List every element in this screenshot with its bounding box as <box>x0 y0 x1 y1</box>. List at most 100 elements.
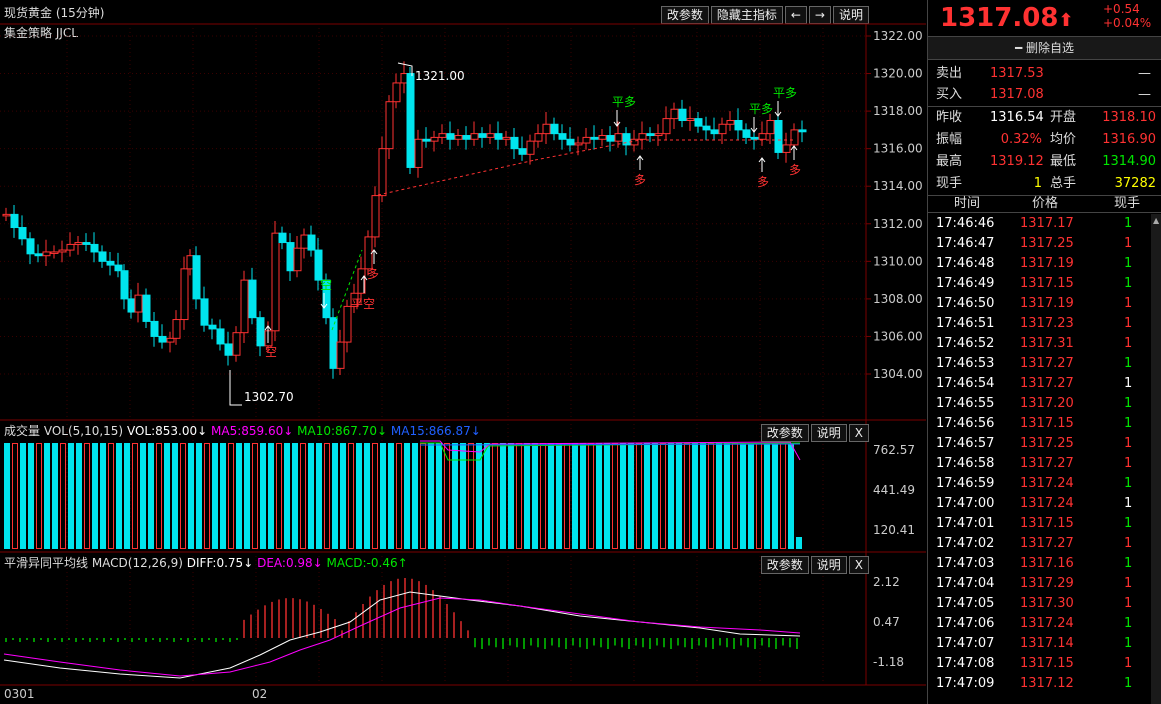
total-volume-label: 总手 <box>1050 176 1077 191</box>
low-label: 最低 <box>1050 154 1077 169</box>
tick-scrollbar[interactable]: ▲ <box>1151 214 1161 704</box>
volume-bar <box>668 443 674 549</box>
tick-volume: 1 <box>1124 436 1133 451</box>
candle-body <box>478 133 487 138</box>
candle-body <box>134 294 143 313</box>
tick-time: 17:46:49 <box>936 276 995 291</box>
candle-body <box>150 320 159 337</box>
open-label: 开盘 <box>1050 110 1077 125</box>
candle-body <box>224 343 233 356</box>
macd-label: 平滑异同平均线 MACD(12,26,9) <box>4 556 183 570</box>
tick-time: 17:47:07 <box>936 636 995 651</box>
volume-bar <box>204 443 210 549</box>
volume-bar <box>700 443 706 549</box>
candle-body <box>307 234 316 251</box>
macd-value: MACD:-0.46↑ <box>326 556 408 570</box>
volume-bar <box>332 443 338 549</box>
macd-axis-label: -1.18 <box>873 655 904 669</box>
tick-volume: 1 <box>1124 276 1133 291</box>
candle-body <box>82 242 91 245</box>
macd-edit-params-button[interactable]: 改参数 <box>760 556 809 574</box>
kline-chart[interactable]: 1322.00 1320.00 1318.00 1316.00 1314.00 1312.… <box>0 0 926 704</box>
change-value: +0.54 <box>1103 2 1140 16</box>
volume-edit-params-button[interactable]: 改参数 <box>760 424 809 442</box>
volume-bar <box>436 443 442 549</box>
volume-bar <box>308 443 314 549</box>
volume-bar <box>60 443 66 549</box>
candle-body <box>278 232 287 244</box>
volume-help-button[interactable]: 说明 <box>810 424 847 442</box>
volume-bar <box>188 443 194 549</box>
candle-body <box>414 138 423 168</box>
volume-bar <box>92 443 98 549</box>
tick-volume: 1 <box>1124 496 1133 511</box>
volume-header: 成交量 VOL(5,10,15) VOL:853.00↓ MA5:859.60↓… <box>0 421 481 442</box>
volume-bar <box>396 443 402 549</box>
volume-bar <box>748 443 754 549</box>
signal-label: 多 <box>757 175 769 189</box>
macd-dea-line <box>3 597 801 677</box>
volume-bar <box>452 443 458 549</box>
volume-bar <box>348 443 354 549</box>
candle-body <box>542 123 551 135</box>
open-value: 1318.10 <box>1102 110 1156 125</box>
tick-price: 1317.24 <box>1020 616 1074 631</box>
price-axis-label: 1308.00 <box>873 292 923 306</box>
tick-row: 17:47:07 1317.14 1 <box>928 634 1150 654</box>
candle-body <box>127 298 136 313</box>
candle-body <box>430 136 439 142</box>
volume-bar <box>652 443 658 549</box>
tick-row: 17:47:08 1317.15 1 <box>928 654 1150 674</box>
volume-axis-label: 441.49 <box>873 483 915 497</box>
volume-bar <box>260 443 266 549</box>
macd-axis-label: 2.12 <box>873 575 900 589</box>
volume-close-button[interactable]: X <box>848 424 869 442</box>
volume-bar <box>460 443 466 549</box>
candle-body <box>558 133 567 140</box>
volume-bar <box>572 443 578 549</box>
candle-body <box>10 213 19 229</box>
macd-close-button[interactable]: X <box>848 556 869 574</box>
volume-bar <box>340 443 346 549</box>
price-axis-label: 1314.00 <box>873 179 923 193</box>
last-price: 1317.08 <box>940 3 1059 33</box>
prev-close-value: 1316.54 <box>990 110 1044 125</box>
tick-volume: 1 <box>1124 396 1133 411</box>
candle-body <box>774 120 783 153</box>
scroll-up-icon[interactable]: ▲ <box>1153 216 1159 225</box>
tick-price: 1317.14 <box>1020 636 1074 651</box>
volume-bar <box>404 443 410 549</box>
candle-body <box>782 144 791 153</box>
tick-row: 17:47:00 1317.24 1 <box>928 494 1150 514</box>
volume-bar <box>500 443 506 549</box>
volume-bar <box>356 443 362 549</box>
tick-volume: 1 <box>1124 356 1133 371</box>
price-axis-label: 1316.00 <box>873 142 923 156</box>
volume-bar <box>788 443 794 549</box>
volume-bar <box>364 443 370 549</box>
volume-bar <box>724 443 730 549</box>
candle-body <box>790 129 799 146</box>
candle-body <box>343 305 352 343</box>
tick-row: 17:46:46 1317.17 1 <box>928 214 1150 234</box>
volume-bar <box>20 443 26 549</box>
macd-help-button[interactable]: 说明 <box>810 556 847 574</box>
tick-volume: 1 <box>1124 636 1133 651</box>
volume-bar <box>540 443 546 549</box>
tick-list[interactable]: 17:46:46 1317.17 1 17:46:47 1317.25 1 17:46:48… <box>928 214 1150 704</box>
volume-bar <box>644 443 650 549</box>
candle-body <box>106 260 115 266</box>
candle-body <box>726 120 735 125</box>
volume-bar <box>164 443 170 549</box>
low-label: 1302.70 <box>244 390 294 404</box>
candle-body <box>300 234 309 249</box>
candle-body <box>293 247 302 272</box>
tick-time: 17:46:47 <box>936 236 995 251</box>
remove-watchlist-button[interactable]: ━ 删除自选 <box>928 36 1161 60</box>
tick-row: 17:46:55 1317.20 1 <box>928 394 1150 414</box>
candle-body <box>550 123 559 135</box>
amplitude-label: 振幅 <box>936 132 963 147</box>
tick-time: 17:46:51 <box>936 316 995 331</box>
candle-body <box>216 328 225 345</box>
tick-volume: 1 <box>1124 616 1133 631</box>
